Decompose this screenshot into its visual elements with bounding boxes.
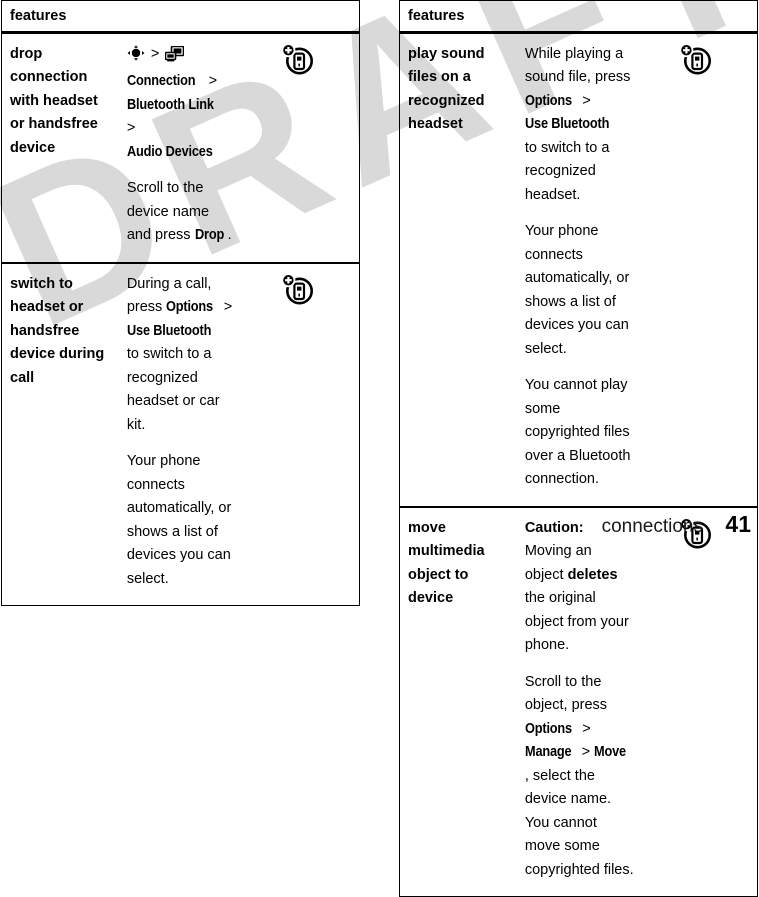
table-row: switch to headset or handsfree device du…: [1, 261, 360, 606]
right-table-header-label: features: [399, 0, 758, 34]
table-header-row: features: [1, 0, 360, 34]
table-row: play sound files on a recognized headset…: [400, 33, 758, 507]
description-paragraph: You cannot play some copyrighted files o…: [525, 374, 634, 491]
body-text: Scroll to the object, press: [524, 673, 608, 714]
phone-plus-icon: [638, 42, 753, 81]
feature-term: move multimedia object to device: [399, 505, 519, 897]
navigation-key-icon: [127, 45, 145, 69]
feature-term: drop connection with headset or handsfre…: [10, 46, 98, 156]
description-paragraph: While playing a sound file, press Option…: [525, 43, 634, 207]
left-table-header-label: features: [1, 0, 360, 34]
ui-label: Bluetooth Link: [126, 96, 214, 113]
left-features-table: features drop connection with headset or…: [1, 0, 360, 607]
ui-label: Use Bluetooth: [524, 116, 610, 133]
footer-chapter-label: connections: [601, 516, 703, 537]
description-paragraph: Scroll to the device name and press Drop…: [127, 177, 236, 247]
ui-label: Connection: [126, 73, 196, 90]
footer-page-number: 41: [725, 511, 751, 537]
ui-label: Drop: [194, 227, 224, 244]
body-text: Your phone connects automatically, or sh…: [524, 223, 630, 357]
page-footer: connections 41: [602, 511, 751, 538]
description-paragraph: Your phone connects automatically, or sh…: [127, 450, 236, 591]
feature-description: Caution: Moving an object deletes the or…: [518, 505, 639, 897]
body-text: the original object from your phone.: [524, 590, 629, 654]
description-paragraph: Your phone connects automatically, or sh…: [525, 220, 634, 361]
right-table-body: play sound files on a recognized headset…: [399, 33, 758, 897]
left-table-body: drop connection with headset or handsfre…: [1, 33, 360, 606]
body-text: >: [219, 299, 233, 316]
body-text: You cannot play some copyrighted files o…: [524, 377, 631, 488]
feature-term: switch to headset or handsfree device du…: [1, 261, 121, 606]
body-text: Your phone connects automatically, or sh…: [126, 453, 232, 587]
ui-label: Manage: [524, 744, 572, 761]
ui-label: Options: [524, 720, 572, 737]
feature-description: > Connection > Bluetooth Link > Audio De…: [121, 33, 240, 263]
body-text: >: [577, 744, 595, 761]
description-paragraph: During a call, press Options > Use Bluet…: [127, 273, 236, 437]
body-text: While playing a sound file, press: [524, 46, 631, 86]
ui-label: Move: [594, 744, 627, 761]
emphasis-text: deletes: [567, 566, 618, 583]
body-text: >: [578, 720, 591, 737]
ui-label: Use Bluetooth: [126, 322, 212, 339]
right-features-table: features play sound files on a recognize…: [399, 0, 758, 897]
right-column: features play sound files on a recognize…: [399, 0, 758, 897]
table-row: drop connection with headset or handsfre…: [2, 33, 360, 263]
body-text: .: [227, 227, 232, 244]
feature-icon-cell: [240, 261, 360, 606]
emphasis-text: Caution:: [524, 519, 584, 536]
body-text: >: [208, 73, 218, 90]
ui-label: Options: [166, 299, 214, 316]
ui-label: Audio Devices: [126, 143, 213, 160]
body-text: >: [578, 92, 591, 109]
feature-term: play sound files on a recognized headset: [408, 46, 485, 133]
feature-icon-cell: [638, 33, 757, 507]
description-paragraph: Scroll to the object, press Options > Ma…: [525, 671, 634, 882]
table-row: move multimedia object to device Caution:…: [399, 505, 758, 897]
description-paragraph: > Connection > Bluetooth Link > Audio De…: [127, 43, 236, 164]
feature-icon-cell: [240, 33, 359, 263]
phone-plus-icon: [240, 42, 355, 81]
feature-description: During a call, press Options > Use Bluet…: [120, 261, 241, 606]
left-column: features drop connection with headset or…: [1, 0, 360, 607]
body-text: >: [146, 46, 164, 62]
body-text: to switch to a recognized headset.: [524, 139, 610, 203]
body-text: , select the device name. You cannot mov…: [524, 767, 634, 878]
ui-label: Options: [524, 92, 572, 109]
connection-icon: [165, 45, 185, 70]
phone-plus-icon: [240, 272, 355, 311]
body-text: to switch to a recognized headset or car…: [126, 346, 220, 433]
feature-icon-cell: [638, 505, 758, 897]
manual-page: features drop connection with headset or…: [0, 0, 759, 897]
body-text: >: [126, 120, 136, 137]
table-header-row: features: [399, 0, 758, 34]
feature-description: While playing a sound file, press Option…: [519, 33, 638, 507]
